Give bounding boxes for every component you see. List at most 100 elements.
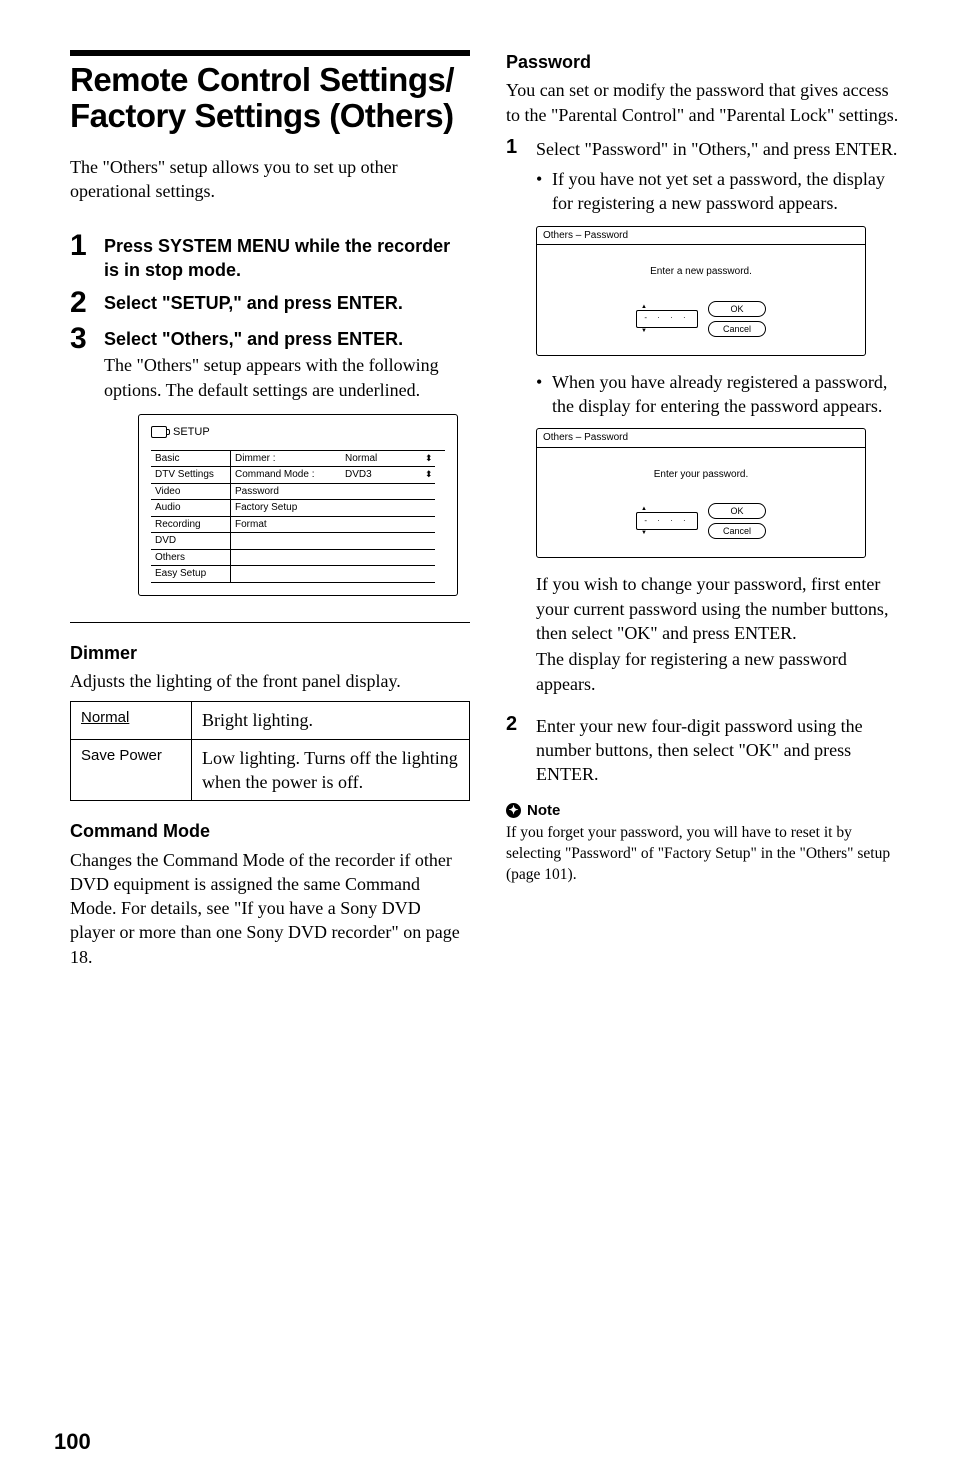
list-item: • If you have not yet set a password, th… [536, 167, 906, 216]
title-line-2: Factory Settings (Others) [70, 97, 454, 134]
top-rule: Remote Control Settings/ Factory Setting… [70, 50, 470, 135]
note-icon: ✦ [506, 803, 521, 818]
password-field: - · · · [636, 512, 698, 530]
section-title: Remote Control Settings/ Factory Setting… [70, 62, 470, 135]
step-title: Press SYSTEM MENU while the recorder is … [104, 235, 470, 282]
password-field: - · · · [636, 310, 698, 328]
setup-cell [341, 500, 421, 517]
setup-cell: Others [151, 550, 231, 567]
updown-icon: ⬍ [421, 451, 435, 468]
step-1: 1 Press SYSTEM MENU while the recorder i… [70, 231, 470, 282]
osd-prompt: Enter a new password. [553, 265, 849, 279]
setup-cell: Basic [151, 451, 231, 468]
setup-cell: Command Mode : [231, 467, 341, 484]
option-key: Normal [81, 709, 129, 726]
option-value: Low lighting. Turns off the lighting whe… [192, 739, 470, 801]
dimmer-description: Adjusts the lighting of the front panel … [70, 669, 470, 693]
password-osd-new: Others – Password Enter a new password. … [536, 226, 866, 356]
setup-cell: Audio [151, 500, 231, 517]
note-label: Note [527, 801, 560, 821]
bullet-icon: • [536, 167, 552, 216]
step-2: 2 Select "SETUP," and press ENTER. [70, 288, 470, 318]
bullet-list: • When you have already registered a pas… [536, 370, 906, 419]
setup-cell [231, 566, 341, 583]
option-key: Save Power [81, 747, 162, 764]
page-number: 100 [54, 1427, 91, 1457]
option-value: Bright lighting. [192, 702, 470, 739]
osd-title: Others – Password [537, 429, 865, 448]
osd-title: Others – Password [537, 227, 865, 246]
step-description: The "Others" setup appears with the foll… [104, 353, 470, 402]
setup-cell: Password [231, 484, 341, 501]
setup-cell: DVD3 [341, 467, 421, 484]
setup-cell: DVD [151, 533, 231, 550]
setup-cell: Format [231, 517, 341, 534]
setup-cell: DTV Settings [151, 467, 231, 484]
after-paragraph-1: If you wish to change your password, fir… [536, 572, 906, 645]
setup-cell: Easy Setup [151, 566, 231, 583]
step-title: Select "SETUP," and press ENTER. [104, 292, 470, 315]
step-3: 3 Select "Others," and press ENTER. The … [70, 324, 470, 604]
setup-cell [231, 550, 341, 567]
table-row: Save Power Low lighting. Turns off the l… [71, 739, 470, 801]
cancel-button: Cancel [708, 523, 766, 539]
setup-cell [341, 533, 421, 550]
toolbox-icon [151, 426, 167, 438]
setup-cell [421, 566, 435, 583]
bullet-text: When you have already registered a passw… [552, 370, 906, 419]
after-paragraph-2: The display for registering a new passwo… [536, 647, 906, 696]
password-step-1: 1 Select "Password" in "Others," and pre… [506, 137, 906, 704]
note-body: If you forget your password, you will ha… [506, 823, 906, 886]
cancel-button: Cancel [708, 321, 766, 337]
password-steps: 1 Select "Password" in "Others," and pre… [506, 137, 906, 787]
bullet-icon: • [536, 370, 552, 419]
setup-osd: SETUP Basic Dimmer : Normal ⬍ DTV Settin… [138, 414, 458, 596]
left-column: Remote Control Settings/ Factory Setting… [70, 50, 470, 977]
ok-button: OK [708, 503, 766, 519]
setup-cell: Factory Setup [231, 500, 341, 517]
ok-button: OK [708, 301, 766, 317]
setup-grid: Basic Dimmer : Normal ⬍ DTV Settings Com… [151, 450, 445, 583]
list-item: • When you have already registered a pas… [536, 370, 906, 419]
dimmer-table: Normal Bright lighting. Save Power Low l… [70, 701, 470, 801]
dimmer-heading: Dimmer [70, 641, 470, 665]
step-text: Enter your new four-digit password using… [536, 716, 863, 785]
step-number: 3 [70, 324, 104, 604]
step-number: 2 [70, 288, 104, 318]
title-line-1: Remote Control Settings/ [70, 61, 454, 98]
setup-cell [421, 517, 435, 534]
updown-icon: ⬍ [421, 467, 435, 484]
command-mode-heading: Command Mode [70, 819, 470, 843]
password-heading: Password [506, 50, 906, 74]
step-title: Select "Others," and press ENTER. [104, 328, 470, 351]
setup-cell [341, 550, 421, 567]
setup-cell [231, 533, 341, 550]
command-mode-description: Changes the Command Mode of the recorder… [70, 848, 470, 969]
intro-paragraph: The "Others" setup allows you to set up … [70, 155, 470, 204]
bullet-list: • If you have not yet set a password, th… [536, 167, 906, 216]
setup-osd-title: SETUP [173, 425, 210, 440]
setup-cell [421, 550, 435, 567]
table-row: Normal Bright lighting. [71, 702, 470, 739]
setup-cell [421, 500, 435, 517]
setup-cell: Dimmer : [231, 451, 341, 468]
setup-cell [341, 566, 421, 583]
step-number: 1 [70, 231, 104, 282]
setup-cell [341, 517, 421, 534]
step-number: 1 [506, 137, 536, 704]
step-number: 2 [506, 714, 536, 787]
password-step-2: 2 Enter your new four-digit password usi… [506, 714, 906, 787]
password-osd-existing: Others – Password Enter your password. -… [536, 428, 866, 558]
right-column: Password You can set or modify the passw… [506, 50, 906, 977]
osd-prompt: Enter your password. [553, 468, 849, 482]
setup-cell: Video [151, 484, 231, 501]
note-heading: ✦ Note [506, 801, 906, 821]
setup-cell: Normal [341, 451, 421, 468]
setup-cell [341, 484, 421, 501]
divider [70, 622, 470, 623]
main-steps-list: 1 Press SYSTEM MENU while the recorder i… [70, 231, 470, 604]
setup-cell [421, 484, 435, 501]
step-text: Select "Password" in "Others," and press… [536, 139, 897, 159]
bullet-text: If you have not yet set a password, the … [552, 167, 906, 216]
password-intro: You can set or modify the password that … [506, 78, 906, 127]
